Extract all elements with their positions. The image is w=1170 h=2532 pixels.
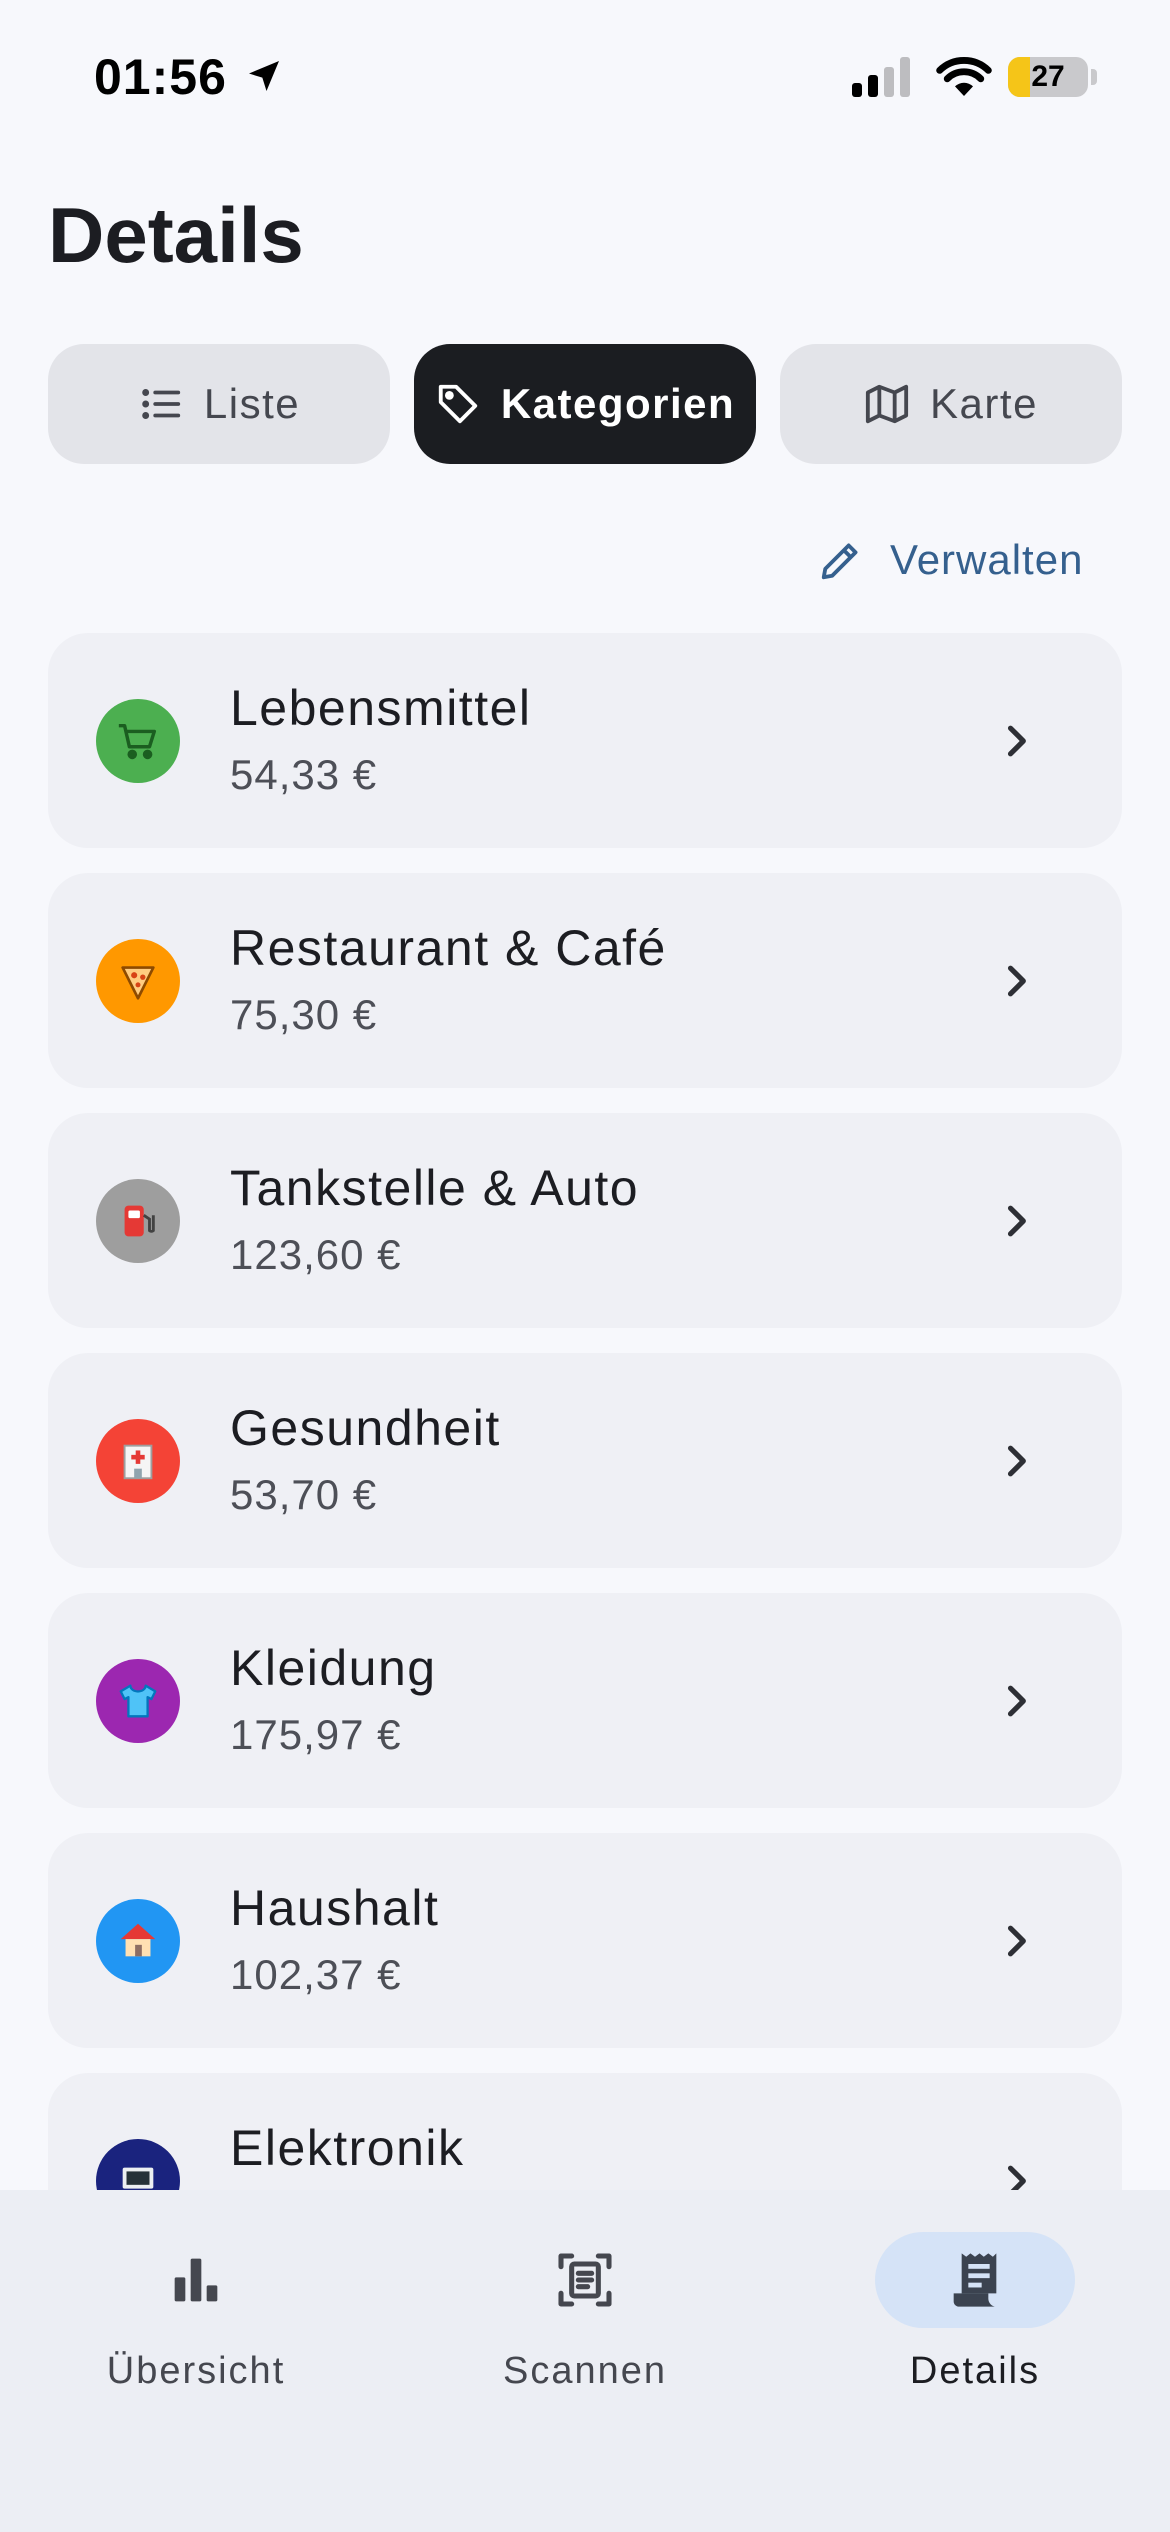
- map-icon: [865, 384, 909, 424]
- category-name: Gesundheit: [230, 1400, 501, 1456]
- category-name: Tankstelle & Auto: [230, 1160, 640, 1216]
- wifi-icon: [936, 57, 992, 96]
- chevron-right-icon: [1007, 1685, 1026, 1717]
- category-amount: 123,60 €: [230, 1231, 402, 1278]
- chevron-right-icon: [1007, 965, 1026, 997]
- category-card-haushalt[interactable]: Haushalt 102,37 €: [48, 1833, 1122, 2048]
- segment-label: Kategorien: [500, 380, 736, 427]
- page-title: Details: [48, 191, 304, 279]
- manage-label: Verwalten: [890, 536, 1084, 583]
- segment-liste[interactable]: Liste: [48, 344, 390, 464]
- chevron-right-icon: [1007, 1205, 1026, 1237]
- nav-item-scannen[interactable]: Scannen: [435, 2232, 735, 2402]
- nav-icon-container-selected: [875, 2232, 1075, 2328]
- tag-icon: [438, 384, 477, 424]
- location-arrow-icon: [249, 61, 279, 91]
- category-name: Kleidung: [230, 1640, 437, 1696]
- category-amount: 102,37 €: [230, 1951, 402, 1998]
- manage-button[interactable]: Verwalten: [818, 530, 1083, 590]
- shopping-cart-icon: [96, 699, 180, 783]
- nav-icon-container: [96, 2232, 296, 2328]
- nav-label: Scannen: [502, 2350, 667, 2392]
- fuel-pump-icon: [96, 1179, 180, 1263]
- status-bar: 01:56 27: [0, 0, 1170, 150]
- view-segmented-control: Liste Kategorien Karte: [48, 344, 1122, 464]
- bar-chart-icon: [174, 2258, 218, 2302]
- category-name: Lebensmittel: [230, 680, 532, 736]
- category-name: Restaurant & Café: [230, 920, 667, 976]
- segment-karte[interactable]: Karte: [780, 344, 1122, 464]
- category-amount: 175,97 €: [230, 1711, 402, 1758]
- pizza-icon: [96, 939, 180, 1023]
- segment-label: Karte: [930, 380, 1038, 427]
- category-amount: 75,30 €: [230, 991, 378, 1038]
- battery-level: 27: [1031, 60, 1065, 93]
- list-icon: [142, 389, 181, 419]
- nav-item-details[interactable]: Details: [825, 2232, 1125, 2402]
- nav-label: Details: [909, 2350, 1041, 2392]
- category-card-kleidung[interactable]: Kleidung 175,97 €: [48, 1593, 1122, 1808]
- chevron-right-icon: [1007, 725, 1026, 757]
- category-card-tankstelle[interactable]: Tankstelle & Auto 123,60 €: [48, 1113, 1122, 1328]
- status-time: 01:56: [94, 49, 227, 105]
- bottom-navigation-bar: Übersicht Scannen Details: [0, 2190, 1170, 2532]
- category-card-lebensmittel[interactable]: Lebensmittel 54,33 €: [48, 633, 1122, 848]
- cellular-signal-icon: [852, 57, 910, 97]
- category-amount: 53,70 €: [230, 1471, 378, 1518]
- category-card-restaurant[interactable]: Restaurant & Café 75,30 €: [48, 873, 1122, 1088]
- pencil-icon: [821, 543, 858, 580]
- house-icon: [96, 1899, 180, 1983]
- nav-icon-container: [485, 2232, 685, 2328]
- document-scan-icon: [558, 2253, 612, 2307]
- category-name: Haushalt: [230, 1880, 440, 1936]
- nav-label: Übersicht: [106, 2350, 286, 2392]
- nav-item-uebersicht[interactable]: Übersicht: [46, 2232, 346, 2402]
- hospital-icon: [96, 1419, 180, 1503]
- battery-icon: 27: [1008, 57, 1088, 97]
- chevron-right-icon: [1007, 1925, 1026, 1957]
- category-name: Elektronik: [230, 2120, 465, 2176]
- segment-label: Liste: [203, 380, 301, 427]
- receipt-icon: [953, 2253, 997, 2307]
- battery-cap: [1091, 69, 1097, 85]
- chevron-right-icon: [1007, 1445, 1026, 1477]
- category-amount: 54,33 €: [230, 751, 378, 798]
- shirt-icon: [96, 1659, 180, 1743]
- category-card-gesundheit[interactable]: Gesundheit 53,70 €: [48, 1353, 1122, 1568]
- app-screen: 01:56 27 Details Liste Kategorien Karte …: [0, 0, 1170, 2532]
- segment-kategorien[interactable]: Kategorien: [414, 344, 756, 464]
